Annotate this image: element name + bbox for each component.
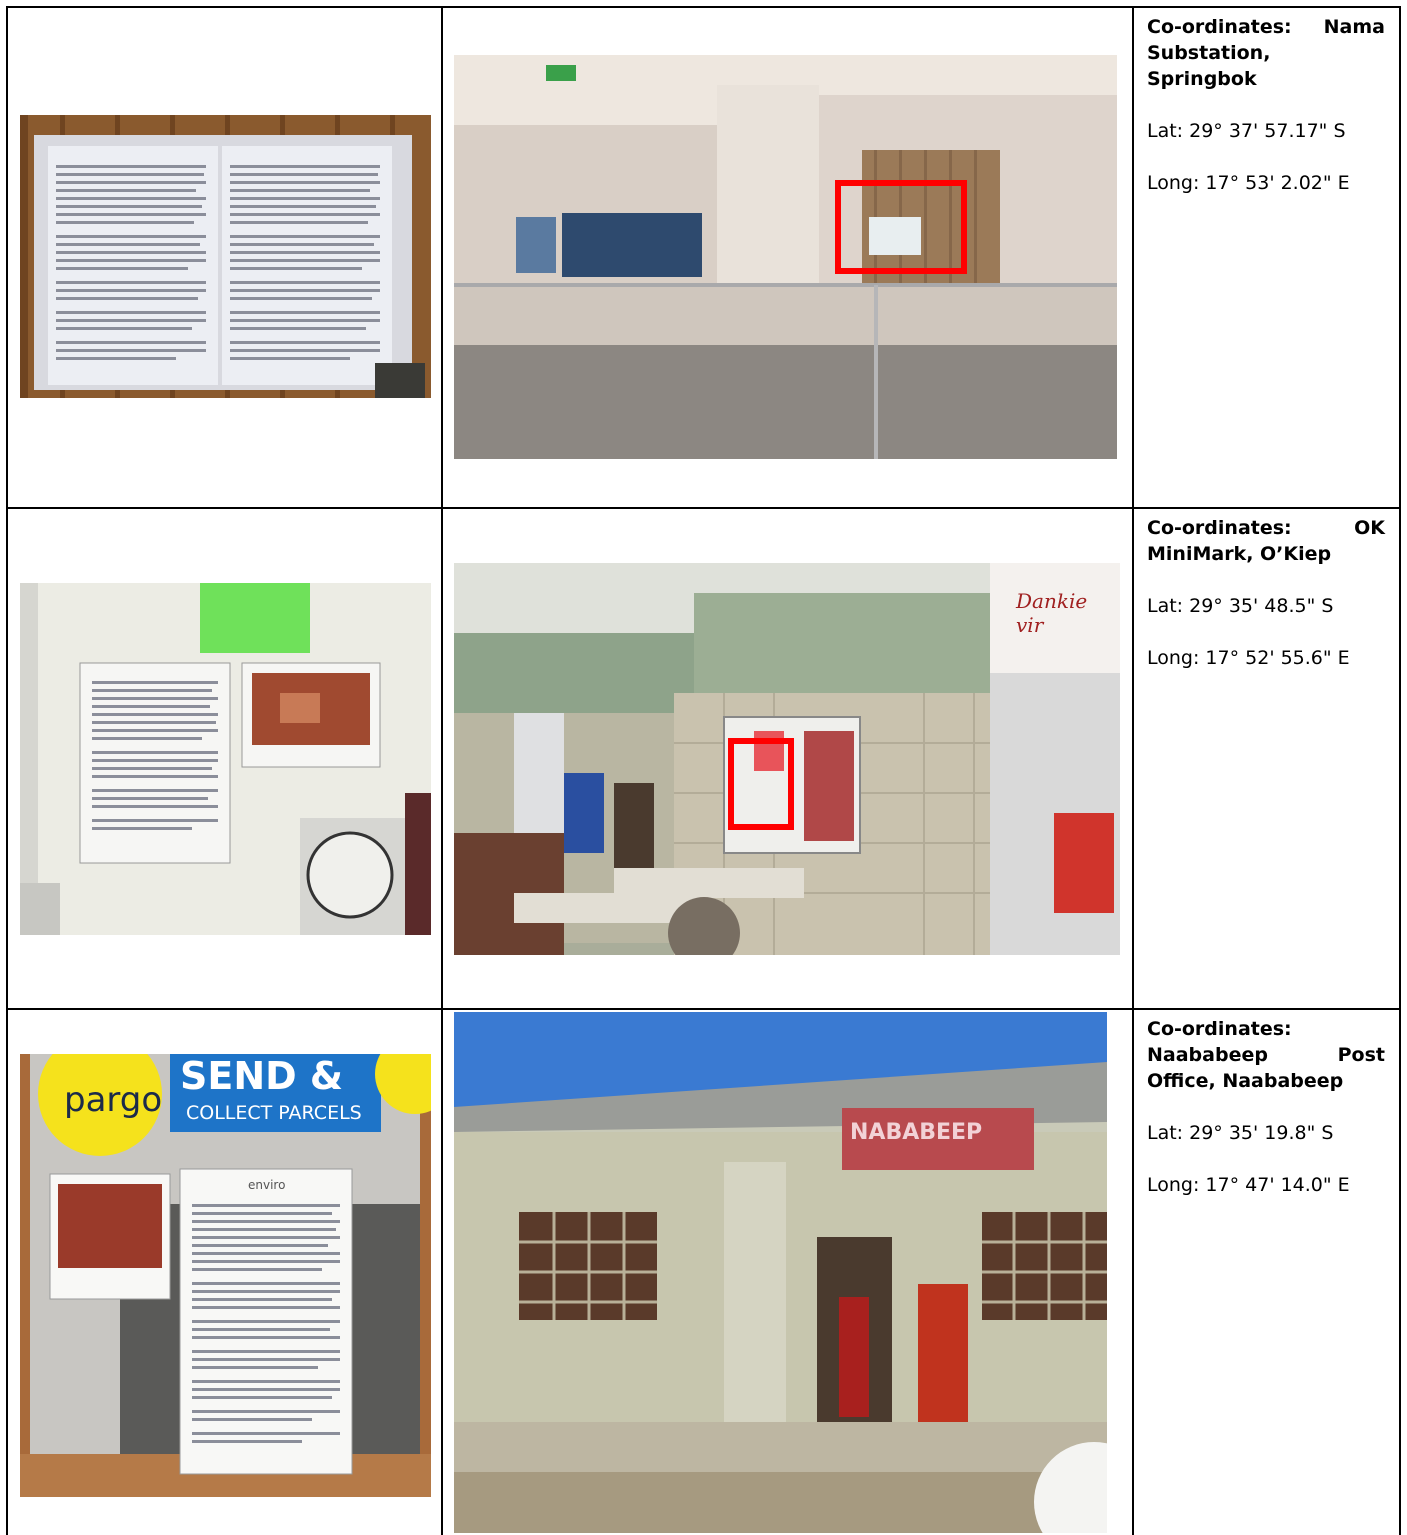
row-divider-1	[6, 507, 1401, 509]
notice-location-highlight	[835, 180, 967, 274]
longitude-value: Long: 17° 53' 2.02" E	[1147, 172, 1350, 194]
site-photo-naababeep-post-office: NABABEEP	[454, 1012, 1107, 1533]
notice-photo-nama	[20, 115, 431, 398]
notice-location-highlight	[728, 738, 794, 830]
table-border-right	[1399, 6, 1401, 1535]
column-divider-2	[1132, 6, 1134, 1535]
coordinates-nama-substation: Co-ordinates: Nama Substation, Springbok…	[1147, 14, 1385, 196]
notice-brand-text: enviro	[248, 1178, 286, 1192]
table-border-left	[6, 6, 8, 1535]
latitude-value: Lat: 29° 37' 57.17" S	[1147, 120, 1346, 142]
location-heading-line1: Co-ordinates:	[1147, 1018, 1292, 1040]
row-divider-2	[6, 1008, 1401, 1010]
pargo-collect-text: COLLECT PARCELS	[186, 1102, 362, 1124]
location-heading: Substation, Springbok	[1147, 42, 1271, 90]
pargo-send-text: SEND &	[180, 1054, 344, 1098]
pargo-logo-text: pargo	[64, 1080, 163, 1120]
location-heading: MiniMark, O’Kiep	[1147, 543, 1332, 565]
latitude-value: Lat: 29° 35' 48.5" S	[1147, 595, 1334, 617]
store-sign-text: Dankie vir	[1016, 589, 1088, 637]
table-border-top	[6, 6, 1401, 8]
longitude-value: Long: 17° 47' 14.0" E	[1147, 1174, 1350, 1196]
longitude-value: Long: 17° 52' 55.6" E	[1147, 647, 1350, 669]
location-heading-line1: Co-ordinates: Nama	[1147, 16, 1385, 38]
latitude-value: Lat: 29° 35' 19.8" S	[1147, 1122, 1334, 1144]
post-office-sign-text: NABABEEP	[850, 1120, 983, 1145]
location-heading-line1: Co-ordinates: OK	[1147, 517, 1385, 539]
column-divider-1	[441, 6, 443, 1535]
location-heading: Office, Naababeep	[1147, 1070, 1344, 1092]
site-photo-nama-substation	[454, 55, 1117, 459]
notice-photo-ok-minimark	[20, 583, 431, 935]
location-heading-line2: Naababeep Post	[1147, 1044, 1385, 1066]
notice-photo-naababeep: pargo SEND & COLLECT PARCELS enviro	[20, 1054, 431, 1497]
coordinates-ok-minimark: Co-ordinates: OK MiniMark, O’Kiep Lat: 2…	[1147, 515, 1385, 671]
coordinates-naababeep-post-office: Co-ordinates: Naababeep Post Office, Naa…	[1147, 1016, 1385, 1198]
